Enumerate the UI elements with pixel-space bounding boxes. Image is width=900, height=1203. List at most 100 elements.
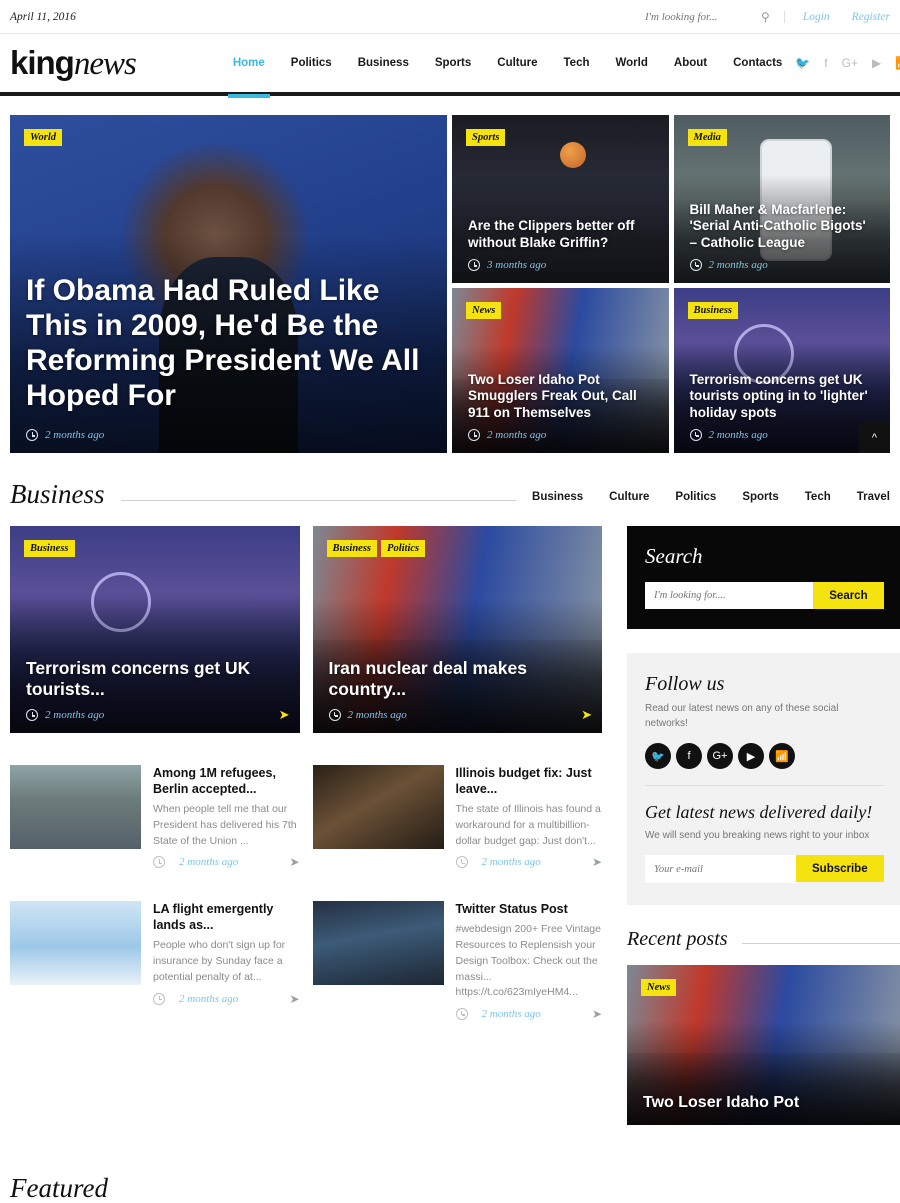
featured-title[interactable]: Terrorism concerns get UK tourists... — [26, 658, 284, 700]
youtube-icon[interactable]: ▶ — [738, 743, 764, 769]
hero-sports-meta: 3 months ago — [468, 259, 653, 271]
widget-search-title: Search — [645, 544, 703, 568]
hero-grid: World If Obama Had Ruled Like This in 20… — [10, 115, 890, 453]
nav-item-home[interactable]: Home — [220, 32, 278, 98]
share-icon[interactable]: ➤ — [279, 708, 290, 721]
list-item-body: Among 1M refugees, Berlin accepted... Wh… — [153, 765, 300, 869]
section-divider — [120, 500, 517, 501]
top-search-input[interactable] — [645, 10, 738, 23]
hero-card-business[interactable]: Business Terrorism concerns get UK touri… — [673, 288, 890, 453]
tab-travel[interactable]: Travel — [857, 491, 890, 503]
list-item-excerpt: When people tell me that our President h… — [153, 803, 297, 847]
share-icon[interactable]: ➤ — [592, 855, 602, 869]
recent-post-title[interactable]: Two Loser Idaho Pot — [643, 1093, 886, 1113]
rss-icon[interactable]: 📶 — [769, 743, 795, 769]
recent-posts-divider — [741, 943, 900, 944]
hero-media-badges: Media — [687, 129, 727, 147]
category-badge-business[interactable]: Business — [687, 302, 739, 320]
hero-media-title[interactable]: Bill Maher & Macfarlene: 'Serial Anti-Ca… — [690, 202, 875, 251]
category-badge-politics[interactable]: Politics — [381, 540, 426, 558]
share-icon[interactable]: ➤ — [592, 1007, 602, 1021]
list-item[interactable]: Among 1M refugees, Berlin accepted... Wh… — [10, 746, 300, 869]
newsletter-title: Get latest news delivered daily! — [645, 802, 873, 822]
facebook-icon[interactable]: f — [676, 743, 702, 769]
site-logo[interactable]: kingnews — [10, 46, 137, 81]
youtube-icon[interactable]: ▶ — [872, 57, 881, 69]
list-item[interactable]: Illinois budget fix: Just leave... The s… — [312, 746, 603, 869]
tab-culture[interactable]: Culture — [609, 491, 649, 503]
category-badge-business[interactable]: Business — [326, 540, 378, 558]
clock-icon — [153, 856, 165, 869]
list-item-title[interactable]: LA flight emergently lands as... — [153, 901, 300, 933]
list-item-time: 2 months ago — [179, 992, 239, 1005]
login-link[interactable]: Login — [803, 11, 830, 23]
share-icon[interactable]: ➤ — [581, 708, 592, 721]
nav-item-tech[interactable]: Tech — [551, 32, 603, 94]
hero-main-title[interactable]: If Obama Had Ruled Like This in 2009, He… — [26, 273, 431, 413]
tab-tech[interactable]: Tech — [805, 491, 831, 503]
scroll-to-top-button[interactable]: ^ — [859, 422, 890, 453]
register-link[interactable]: Register — [852, 11, 890, 23]
facebook-icon[interactable]: f — [824, 57, 827, 69]
nav-item-contacts[interactable]: Contacts — [720, 32, 795, 94]
clock-icon — [455, 856, 468, 869]
featured-badges: Business — [24, 540, 75, 558]
category-badge-media[interactable]: Media — [687, 129, 727, 147]
nav-item-sports[interactable]: Sports — [422, 32, 484, 94]
sidebar-search-row: Search — [645, 582, 884, 609]
list-item-thumbnail — [10, 901, 141, 986]
clock-icon — [689, 429, 702, 441]
search-button[interactable]: Search — [813, 582, 884, 609]
list-item-title[interactable]: Illinois budget fix: Just leave... — [456, 765, 603, 797]
hero-news-title[interactable]: Two Loser Idaho Pot Smugglers Freak Out,… — [468, 372, 653, 421]
search-icon[interactable]: ⚲ — [761, 11, 770, 23]
twitter-icon[interactable]: 🐦 — [645, 743, 671, 769]
tab-politics[interactable]: Politics — [675, 491, 716, 503]
tab-sports[interactable]: Sports — [742, 491, 778, 503]
hero-main-card[interactable]: World If Obama Had Ruled Like This in 20… — [10, 115, 447, 453]
nav-item-business[interactable]: Business — [345, 32, 422, 94]
share-icon[interactable]: ➤ — [289, 992, 299, 1006]
nav-item-world[interactable]: World — [603, 32, 661, 94]
twitter-icon[interactable]: 🐦 — [795, 57, 810, 69]
clock-icon — [455, 1008, 468, 1020]
google-plus-icon[interactable]: G+ — [707, 743, 733, 769]
list-item-title[interactable]: Twitter Status Post — [456, 901, 603, 917]
hero-card-media[interactable]: Media Bill Maher & Macfarlene: 'Serial A… — [673, 115, 890, 283]
top-search[interactable]: ⚲ — [645, 10, 785, 23]
hero-card-news[interactable]: News Two Loser Idaho Pot Smugglers Freak… — [452, 288, 669, 453]
hero-business-title[interactable]: Terrorism concerns get UK tourists optin… — [690, 372, 875, 421]
category-badge-business[interactable]: Business — [24, 540, 75, 558]
tab-business[interactable]: Business — [532, 491, 583, 503]
featured-card-iran-deal[interactable]: Business Politics Iran nuclear deal make… — [312, 526, 602, 733]
widget-divider — [645, 785, 884, 786]
hero-business-time: 2 months ago — [708, 429, 768, 441]
list-item[interactable]: Twitter Status Post #webdesign 200+ Free… — [312, 882, 603, 1021]
main-column: Business Terrorism concerns get UK touri… — [10, 526, 602, 1149]
list-item[interactable]: LA flight emergently lands as... People … — [10, 882, 300, 1021]
email-field[interactable] — [645, 855, 796, 883]
hero-news-body: Two Loser Idaho Pot Smugglers Freak Out,… — [468, 372, 653, 441]
hero-media-body: Bill Maher & Macfarlene: 'Serial Anti-Ca… — [689, 202, 875, 271]
category-badge-news[interactable]: News — [466, 302, 502, 320]
nav-item-culture[interactable]: Culture — [484, 32, 550, 94]
rss-icon[interactable]: 📶 — [895, 57, 900, 69]
category-badge-world[interactable]: World — [24, 129, 63, 147]
clock-icon — [153, 992, 165, 1005]
hero-card-sports[interactable]: Sports Are the Clippers better off witho… — [452, 115, 669, 283]
featured-title[interactable]: Iran nuclear deal makes country... — [329, 658, 587, 700]
sidebar-search-input[interactable] — [645, 582, 814, 609]
google-plus-icon[interactable]: G+ — [842, 57, 858, 69]
nav-item-politics[interactable]: Politics — [278, 32, 345, 94]
sidebar: Search Search Follow us Read our latest … — [602, 526, 900, 1149]
category-badge-sports[interactable]: Sports — [466, 129, 506, 147]
share-icon[interactable]: ➤ — [289, 855, 299, 869]
subscribe-button[interactable]: Subscribe — [796, 855, 884, 882]
clock-icon — [689, 259, 702, 271]
category-badge-news[interactable]: News — [641, 979, 677, 997]
recent-post-card[interactable]: News Two Loser Idaho Pot — [627, 965, 900, 1125]
featured-card-uk-tourists[interactable]: Business Terrorism concerns get UK touri… — [10, 526, 300, 733]
list-item-title[interactable]: Among 1M refugees, Berlin accepted... — [153, 765, 300, 797]
nav-item-about[interactable]: About — [661, 32, 720, 94]
hero-sports-title[interactable]: Are the Clippers better off without Blak… — [468, 218, 653, 251]
